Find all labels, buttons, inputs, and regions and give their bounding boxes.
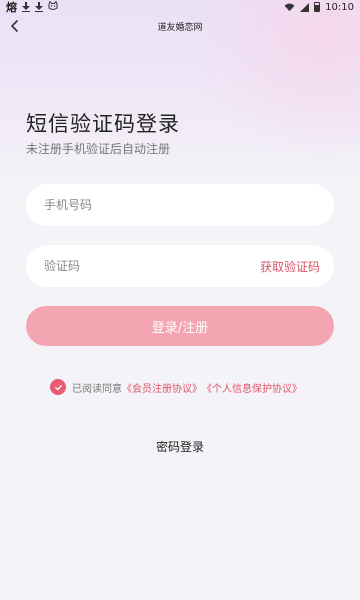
password-login-label: 密码登录 <box>155 440 204 454</box>
page-subtitle: 未注册手机验证后自动注册 <box>26 142 171 156</box>
status-bar: 熔 10:10 <box>0 0 360 14</box>
login-register-label: 登录/注册 <box>151 320 209 336</box>
checkmark-icon <box>54 384 62 390</box>
app-header: 道友婚恋网 <box>0 14 360 38</box>
signal-icon <box>300 2 310 12</box>
status-time: 10:10 <box>325 1 354 13</box>
app-notification-icon: 熔 <box>6 1 17 14</box>
agreement-row: 已阅读同意 《会员注册协议》 《个人信息保护协议》 <box>50 378 340 396</box>
status-bar-left: 熔 <box>6 0 58 15</box>
battery-icon <box>314 2 321 12</box>
code-input-container: 获取验证码 <box>26 245 334 287</box>
login-register-button[interactable]: 登录/注册 <box>26 306 334 346</box>
download-icon <box>22 2 30 12</box>
privacy-agreement-link[interactable]: 《个人信息保护协议》 <box>202 380 302 395</box>
verification-code-input[interactable] <box>44 259 260 273</box>
get-code-button[interactable]: 获取验证码 <box>260 258 320 275</box>
member-agreement-link[interactable]: 《会员注册协议》 <box>122 380 202 395</box>
wifi-icon <box>284 3 295 11</box>
page-title: 短信验证码登录 <box>26 112 180 136</box>
cat-icon <box>48 0 58 14</box>
status-bar-right: 10:10 <box>284 2 354 13</box>
agreement-prefix: 已阅读同意 <box>72 383 122 395</box>
header-title: 道友婚恋网 <box>157 23 203 33</box>
download-icon <box>35 2 43 12</box>
password-login-link[interactable]: 密码登录 <box>0 438 360 455</box>
phone-input[interactable] <box>44 198 320 212</box>
phone-input-container <box>26 184 334 226</box>
agreement-checkbox[interactable] <box>50 379 66 395</box>
